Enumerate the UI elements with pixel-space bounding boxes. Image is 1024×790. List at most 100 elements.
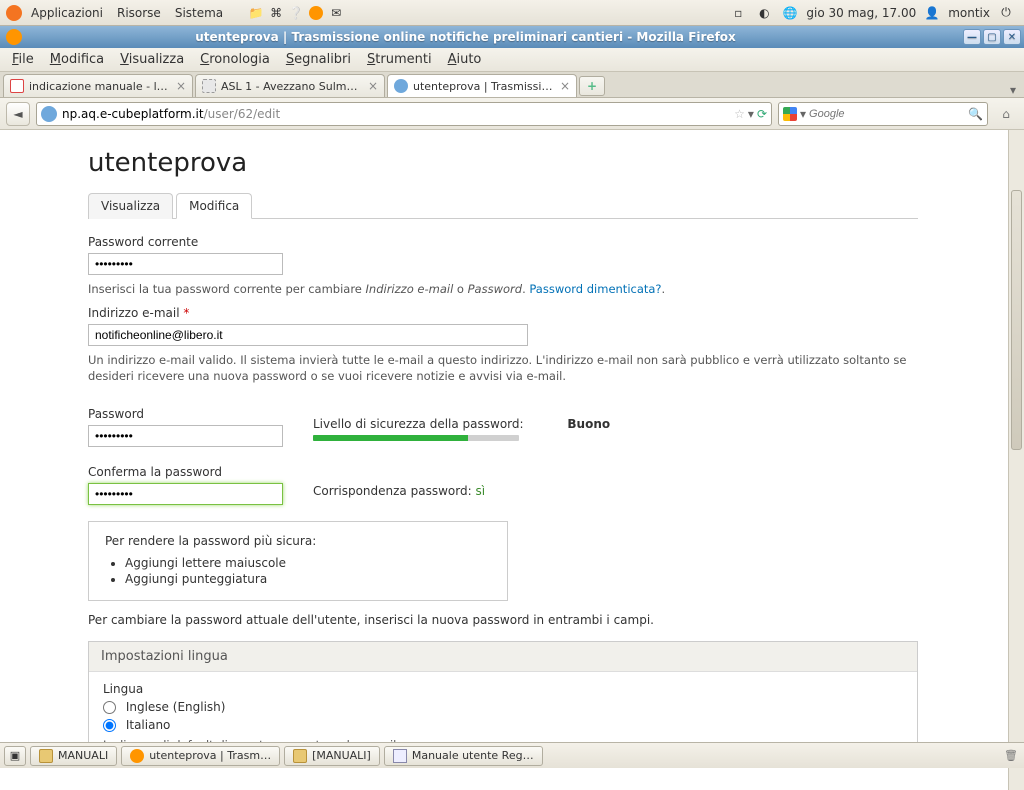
firefox-tab-strip: indicazione manuale - lmon… × ASL 1 - Av… bbox=[0, 72, 1024, 98]
search-go-icon[interactable]: 🔍 bbox=[968, 107, 983, 121]
user-icon[interactable]: 👤 bbox=[922, 3, 942, 23]
username[interactable]: montix bbox=[948, 6, 990, 20]
confirm-password-input[interactable] bbox=[88, 483, 283, 505]
network-icon[interactable]: 🌐 bbox=[780, 3, 800, 23]
trash-icon[interactable]: 🗑 bbox=[1002, 747, 1020, 765]
shutdown-icon[interactable]: ⏻ bbox=[996, 3, 1016, 23]
menu-view[interactable]: Visualizza bbox=[112, 49, 192, 70]
content-viewport: utenteprova Visualizza Modifica Password… bbox=[0, 130, 1024, 790]
tab-close-button[interactable]: × bbox=[560, 79, 570, 93]
search-engine-dropdown-icon[interactable]: ▾ bbox=[800, 107, 806, 121]
tab-visualizza[interactable]: Visualizza bbox=[88, 193, 173, 219]
firefox-launcher-icon[interactable] bbox=[306, 3, 326, 23]
clock[interactable]: gio 30 mag, 17.00 bbox=[806, 6, 916, 20]
password-strength-meter bbox=[313, 435, 519, 441]
window-maximize-button[interactable]: ▢ bbox=[983, 29, 1001, 45]
label-confirm-password: Conferma la password bbox=[88, 465, 283, 479]
language-option-english[interactable]: Inglese (English) bbox=[103, 700, 903, 714]
file-manager-icon[interactable]: 📁 bbox=[246, 3, 266, 23]
tray-icon-1[interactable]: ▫ bbox=[728, 3, 748, 23]
window-minimize-button[interactable]: — bbox=[963, 29, 981, 45]
menu-help[interactable]: Aiuto bbox=[440, 49, 490, 70]
evolution-icon[interactable]: ✉ bbox=[326, 3, 346, 23]
firefox-icon bbox=[130, 749, 144, 763]
label-email: Indirizzo e-mail * bbox=[88, 306, 918, 320]
password-strength-value: Buono bbox=[567, 417, 610, 431]
page-scroll-area[interactable]: utenteprova Visualizza Modifica Password… bbox=[0, 130, 1008, 790]
google-engine-icon[interactable] bbox=[783, 107, 797, 121]
folder-icon bbox=[293, 749, 307, 763]
current-password-input[interactable] bbox=[88, 253, 283, 275]
password-tip: Aggiungi punteggiatura bbox=[125, 572, 491, 586]
home-button[interactable]: ⌂ bbox=[994, 102, 1018, 126]
password-match-label: Corrispondenza password: bbox=[313, 484, 475, 498]
firefox-icon bbox=[6, 29, 22, 45]
tab-label: utenteprova | Trasmissione … bbox=[413, 80, 555, 93]
taskbar-item-3[interactable]: Manuale utente Reg… bbox=[384, 746, 543, 766]
password-input[interactable] bbox=[88, 425, 283, 447]
site-identity-icon[interactable] bbox=[41, 106, 57, 122]
window-titlebar: utenteprova | Trasmissione online notifi… bbox=[0, 26, 1024, 48]
browser-tab-2[interactable]: utenteprova | Trasmissione … × bbox=[387, 74, 577, 97]
drupal-favicon-icon bbox=[394, 79, 408, 93]
menu-places[interactable]: Risorse bbox=[110, 6, 168, 20]
password-match-value: sì bbox=[475, 484, 485, 498]
url-host: np.aq.e-cubeplatform.it bbox=[62, 107, 204, 121]
language-label: Lingua bbox=[103, 682, 903, 696]
menu-edit[interactable]: Modifica bbox=[42, 49, 112, 70]
url-dropdown-icon[interactable]: ▾ bbox=[748, 107, 754, 121]
terminal-icon[interactable]: ⌘ bbox=[266, 3, 286, 23]
gnome-bottom-panel: ▣ MANUALI utenteprova | Trasm… [MANUALI]… bbox=[0, 742, 1024, 768]
vertical-scrollbar[interactable] bbox=[1008, 130, 1024, 790]
local-tabs: Visualizza Modifica bbox=[88, 192, 918, 219]
tab-modifica[interactable]: Modifica bbox=[176, 193, 252, 219]
reload-icon[interactable]: ⟳ bbox=[757, 107, 767, 121]
folder-icon bbox=[39, 749, 53, 763]
taskbar-item-0[interactable]: MANUALI bbox=[30, 746, 117, 766]
menu-bookmarks[interactable]: Segnalibri bbox=[278, 49, 359, 70]
browser-tab-0[interactable]: indicazione manuale - lmon… × bbox=[3, 74, 193, 97]
gnome-top-panel: Applicazioni Risorse Sistema 📁 ⌘ ❔ ✉ ▫ ◐… bbox=[0, 0, 1024, 26]
email-input[interactable] bbox=[88, 324, 528, 346]
scrollbar-thumb[interactable] bbox=[1011, 190, 1022, 450]
window-title: utenteprova | Trasmissione online notifi… bbox=[28, 30, 963, 44]
firefox-nav-toolbar: ◄ np.aq.e-cubeplatform.it/user/62/edit ☆… bbox=[0, 98, 1024, 130]
search-bar[interactable]: ▾ 🔍 bbox=[778, 102, 988, 126]
tab-close-button[interactable]: × bbox=[368, 79, 378, 93]
new-tab-button[interactable]: + bbox=[579, 76, 605, 96]
password-tips-title: Per rendere la password più sicura: bbox=[105, 534, 491, 548]
radio-italian[interactable] bbox=[103, 719, 116, 732]
menu-tools[interactable]: Strumenti bbox=[359, 49, 440, 70]
language-legend: Impostazioni lingua bbox=[89, 642, 917, 672]
bookmark-star-icon[interactable]: ☆ bbox=[734, 107, 745, 121]
forgot-password-link[interactable]: Password dimenticata? bbox=[529, 282, 661, 296]
gmail-favicon-icon bbox=[10, 79, 24, 93]
tabs-overflow-button[interactable]: ▾ bbox=[1005, 83, 1021, 97]
browser-tab-1[interactable]: ASL 1 - Avezzano Sulmona L… × bbox=[195, 74, 385, 97]
menu-system[interactable]: Sistema bbox=[168, 6, 230, 20]
tab-label: indicazione manuale - lmon… bbox=[29, 80, 171, 93]
tab-label: ASL 1 - Avezzano Sulmona L… bbox=[221, 80, 363, 93]
document-icon bbox=[393, 749, 407, 763]
url-bar[interactable]: np.aq.e-cubeplatform.it/user/62/edit ☆ ▾… bbox=[36, 102, 772, 126]
email-help: Un indirizzo e-mail valido. Il sistema i… bbox=[88, 352, 918, 385]
search-input[interactable] bbox=[809, 108, 968, 120]
generic-favicon-icon bbox=[202, 79, 216, 93]
url-path: /user/62/edit bbox=[204, 107, 281, 121]
back-button[interactable]: ◄ bbox=[6, 102, 30, 126]
taskbar-item-2[interactable]: [MANUALI] bbox=[284, 746, 380, 766]
radio-english[interactable] bbox=[103, 701, 116, 714]
label-current-password: Password corrente bbox=[88, 235, 918, 249]
language-option-italian[interactable]: Italiano bbox=[103, 718, 903, 732]
window-close-button[interactable]: ✕ bbox=[1003, 29, 1021, 45]
menu-applications[interactable]: Applicazioni bbox=[24, 6, 110, 20]
menu-history[interactable]: Cronologia bbox=[192, 49, 278, 70]
help-icon[interactable]: ❔ bbox=[286, 3, 306, 23]
tray-icon-2[interactable]: ◐ bbox=[754, 3, 774, 23]
taskbar-item-1[interactable]: utenteprova | Trasm… bbox=[121, 746, 280, 766]
tab-close-button[interactable]: × bbox=[176, 79, 186, 93]
menu-file[interactable]: File bbox=[4, 49, 42, 70]
password-strength-label: Livello di sicurezza della password: bbox=[313, 417, 524, 431]
show-desktop-button[interactable]: ▣ bbox=[4, 746, 26, 766]
ubuntu-logo-icon bbox=[4, 3, 24, 23]
